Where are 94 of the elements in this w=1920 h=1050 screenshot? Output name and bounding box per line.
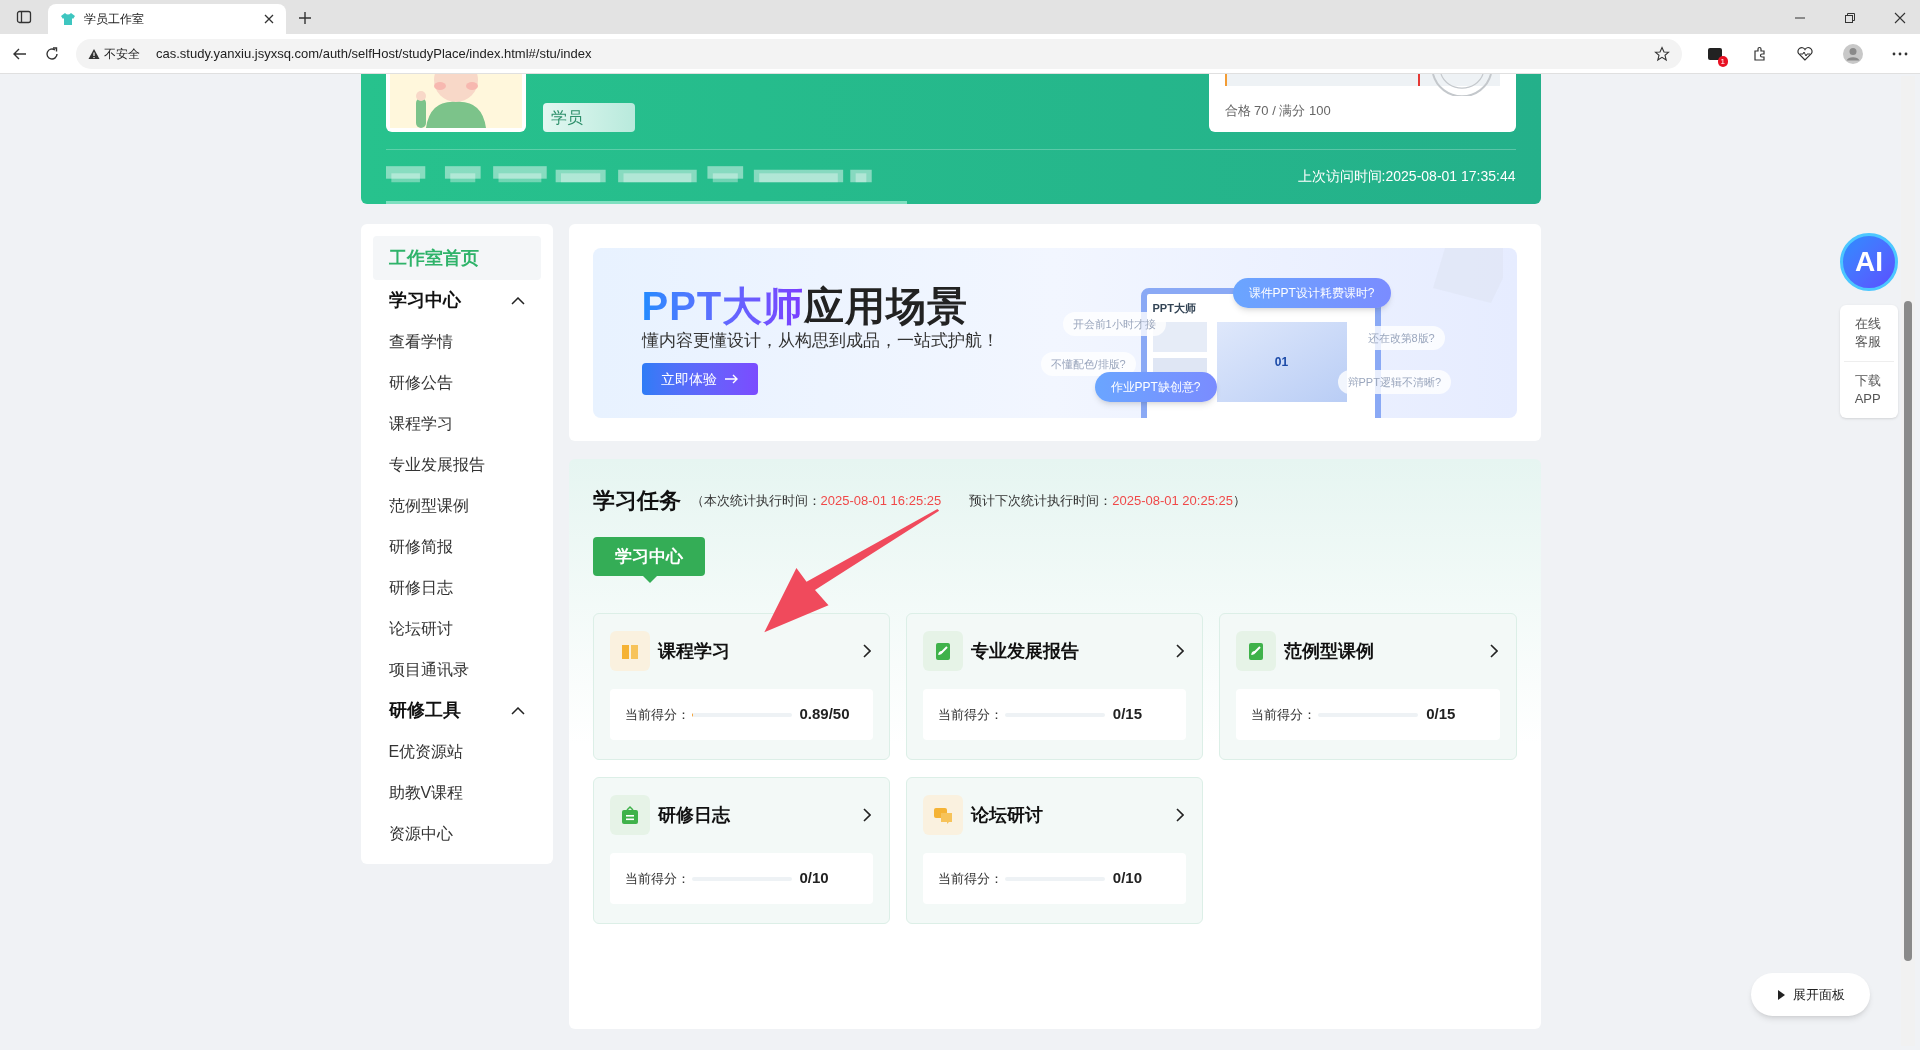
play-icon [1776,989,1785,1000]
task-card[interactable]: 研修日志 当前得分： 0/10 [592,777,890,924]
speech-bubble: 不懂配色/排版? [1040,352,1136,376]
chevron-right-icon [1489,644,1498,658]
book-icon [609,631,650,671]
tab-pointer [642,576,657,583]
score-label: 当前得分： [624,705,690,724]
arrow-right-icon [724,374,739,384]
card-title: 研修日志 [657,803,731,827]
bag-icon [609,795,650,835]
side-panel-link[interactable]: 下载APP [1854,362,1884,418]
chevron-right-icon [862,808,871,822]
speech-bubble: 作业PPT缺创意? [1094,372,1217,402]
restore-icon[interactable] [1844,12,1856,24]
heart-pulse-icon[interactable] [1796,45,1814,62]
sidebar-item[interactable]: 研修日志 [372,567,541,608]
card-title: 论坛研讨 [970,803,1044,827]
chevron-right-icon [1176,808,1185,822]
side-panel-link[interactable]: 在线客服 [1854,305,1884,361]
more-icon[interactable] [1892,51,1908,56]
sidebar-item[interactable]: 专业发展报告 [372,444,541,485]
task-card[interactable]: 课程学习 当前得分： 0.89/50 [592,613,890,760]
banner-title: 应用场景 [804,283,969,330]
last-visit-time: 上次访问时间:2025-08-01 17:35:44 [1297,166,1516,186]
score-value: 0/15 [1112,704,1143,725]
notification-badge: 1 [1717,55,1728,67]
sidebar-item[interactable]: 范例型课例 [372,485,541,526]
card-title: 课程学习 [657,639,731,663]
security-label: 不安全 [104,45,140,63]
warning-icon [88,47,100,60]
card-title: 范例型课例 [1284,639,1376,663]
sidebar-section[interactable]: 学习中心 [372,280,541,321]
sidebar-item[interactable]: 研修简报 [372,526,541,567]
stat-time: 2025-08-01 16:25:25 [820,491,942,510]
task-card[interactable]: 专业发展报告 当前得分： 0/15 [905,613,1204,760]
close-window-icon[interactable] [1894,12,1906,24]
speech-bubble: 辩PPT逻辑不清晰? [1337,370,1451,394]
sidebar-item[interactable]: 查看学情 [372,321,541,362]
banner-subtitle: 懂内容更懂设计，从构思到成品，一站式护航！ [641,330,999,352]
close-icon[interactable] [264,14,274,24]
sidebar-item[interactable]: 研修公告 [372,362,541,403]
sidebar-item[interactable]: 资源中心 [372,813,541,854]
close-paren: ） [1232,491,1246,510]
reload-icon[interactable] [44,45,60,62]
score-label: 当前得分： [624,869,690,888]
expand-panel-button[interactable]: 展开面板 [1751,973,1870,1016]
try-now-button[interactable]: 立即体验 [641,363,758,395]
score-value: 0.89/50 [799,704,850,725]
notebook-pen-icon [1236,631,1277,671]
score-value: 0/10 [799,868,829,889]
next-stat-time: 2025-08-01 20:25:25 [1112,491,1233,510]
decorative-shape [1432,248,1503,303]
chevron-up-icon [510,296,525,305]
sidebar-item[interactable]: 项目通讯录 [372,649,541,690]
chevron-up-icon [510,706,525,715]
sidebar-item[interactable]: 课程学习 [372,403,541,444]
puzzle-icon[interactable] [1752,45,1768,62]
chevron-right-icon [862,644,871,658]
role-badge: 学员 [542,103,635,132]
card-title: 专业发展报告 [970,639,1080,663]
address-bar[interactable]: 不安全 cas.study.yanxiu.jsyxsq.com/auth/selfHost/studyPlace/index.html#/stu/index [76,38,1682,69]
sidebar-section[interactable]: 研修工具 [372,690,541,731]
chat-icon [922,795,963,835]
url-text: cas.study.yanxiu.jsyxsq.com/auth/selfHost/studyPlace/index.html#/stu/index [156,44,593,63]
task-card[interactable]: 范例型课例 当前得分： 0/15 [1219,613,1517,760]
sidebar-item[interactable]: 助教V课程 [372,772,541,813]
stat-label: （本次统计执行时间： [690,491,821,510]
profile-icon[interactable] [1842,42,1864,65]
score-label: 当前得分： [1251,705,1317,724]
score-summary: 合格 70 / 满分 100 [1224,101,1331,120]
section-title: 学习任务 [592,487,681,515]
notebook-pen-icon [922,631,963,671]
pass-marker [1224,74,1227,86]
score-label: 当前得分： [937,869,1003,888]
task-card[interactable]: 论坛研讨 当前得分： 0/10 [905,777,1204,924]
scrollbar[interactable] [1901,76,1915,1046]
sidebar-item[interactable]: 论坛研讨 [372,608,541,649]
promo-banner[interactable]: PPT大师应用场景 懂内容更懂设计，从构思到成品，一站式护航！ 立即体验 PPT大师 01 开会前1小时才接 不懂配色/排版? 课件PPT设计耗费课时? 作业PPT缺创意? 还在改第8版? 辩PPT逻辑不清晰? [592,248,1517,418]
ai-assistant-button[interactable]: AI [1840,233,1898,291]
score-label: 当前得分： [937,705,1003,724]
speech-bubble: 课件PPT设计耗费课时? [1232,278,1391,308]
chevron-right-icon [1176,644,1185,658]
star-icon[interactable] [1654,45,1670,62]
score-value: 0/10 [1112,868,1143,889]
browser-tab[interactable]: 学员工作室 [48,4,286,34]
full-marker [1417,74,1420,86]
new-tab-icon[interactable] [298,11,312,25]
score-value: 0/15 [1426,704,1456,725]
sidebar-toggle-icon[interactable] [16,9,32,25]
next-stat-label: 预计下次统计执行时间： [969,491,1113,510]
slide-number: 01 [1274,354,1289,371]
sidebar-item[interactable]: E优资源站 [372,731,541,772]
shirt-icon [60,11,76,27]
speech-bubble: 开会前1小时才接 [1062,312,1166,336]
